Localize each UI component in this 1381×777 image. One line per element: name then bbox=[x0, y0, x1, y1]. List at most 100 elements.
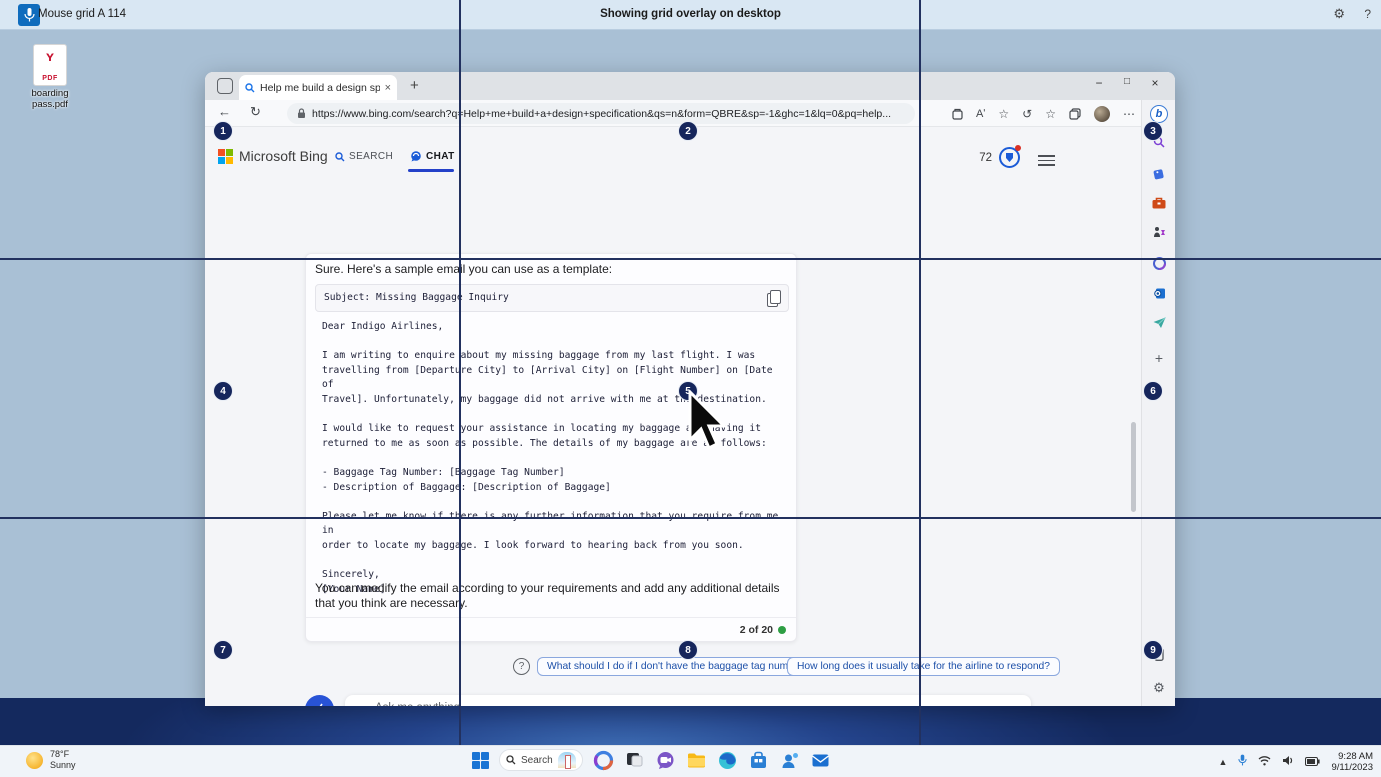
browser-essentials-icon[interactable]: ↺ bbox=[1022, 107, 1032, 121]
bing-brand[interactable]: Microsoft Bing bbox=[239, 148, 328, 164]
volume-icon[interactable] bbox=[1282, 753, 1294, 771]
grid-cell-number-9[interactable]: 9 bbox=[1143, 640, 1163, 660]
read-aloud-icon[interactable]: Aʹ bbox=[976, 108, 985, 120]
new-tab-icon[interactable]: + bbox=[410, 77, 419, 94]
windows-taskbar: 78°F Sunny Search ▲ bbox=[0, 745, 1381, 777]
profile-avatar[interactable] bbox=[1094, 106, 1110, 122]
start-button[interactable] bbox=[472, 752, 489, 769]
taskbar-search-label: Search bbox=[521, 755, 553, 766]
taskbar-search[interactable]: Search bbox=[499, 749, 583, 771]
grid-cell-number-2[interactable]: 2 bbox=[678, 121, 698, 141]
toolbar-actions: Aʹ ☆ ↺ ☆ ⋯ bbox=[952, 100, 1135, 127]
emoji-icon[interactable]: ☺ bbox=[356, 704, 368, 706]
new-topic-broom-icon[interactable] bbox=[305, 695, 334, 706]
search-icon bbox=[506, 755, 516, 765]
email-template-text: Dear Indigo Airlines, I am writing to en… bbox=[322, 320, 784, 597]
turn-counter: 2 of 20 bbox=[740, 624, 773, 636]
rewards-points: 72 bbox=[979, 152, 992, 164]
subject-line: Subject: Missing Baggage Inquiry bbox=[324, 292, 509, 303]
chat-input-box[interactable]: ☺ 0/2000 bbox=[345, 695, 1031, 706]
grid-cell-number-8[interactable]: 8 bbox=[678, 640, 698, 660]
taskbar-clock[interactable]: 9:28 AM 9/11/2023 bbox=[1331, 751, 1373, 773]
battery-icon[interactable] bbox=[1305, 753, 1320, 771]
grid-cell-number-6[interactable]: 6 bbox=[1143, 381, 1163, 401]
sidebar-drop-icon[interactable] bbox=[1142, 317, 1176, 332]
search-icon bbox=[335, 152, 345, 162]
suggestion-chip-2[interactable]: How long does it usually take for the ai… bbox=[787, 657, 1060, 676]
window-minimize-icon[interactable]: − bbox=[1085, 76, 1113, 90]
wifi-icon[interactable] bbox=[1258, 753, 1271, 771]
desktop-shortcut-label: boarding pass.pdf bbox=[18, 88, 82, 110]
tray-chevron-icon[interactable]: ▲ bbox=[1219, 757, 1228, 767]
suggestions-help-icon[interactable]: ? bbox=[513, 658, 530, 675]
file-explorer-icon[interactable] bbox=[686, 750, 707, 771]
rewards-widget[interactable]: 72 bbox=[979, 147, 1020, 168]
url-text: https://www.bing.com/search?q=Help+me+bu… bbox=[312, 108, 891, 120]
grid-cell-number-3[interactable]: 3 bbox=[1143, 121, 1163, 141]
favorites-add-icon[interactable]: ☆ bbox=[998, 107, 1009, 121]
window-maximize-icon[interactable]: □ bbox=[1113, 76, 1141, 87]
back-icon[interactable]: ← bbox=[218, 104, 231, 119]
answer-footer: 2 of 20 bbox=[306, 617, 796, 641]
grid-cell-number-7[interactable]: 7 bbox=[213, 640, 233, 660]
grid-line-horizontal-2 bbox=[0, 517, 1381, 519]
grid-line-horizontal-1 bbox=[0, 258, 1381, 260]
sidebar-tools-icon[interactable] bbox=[1142, 197, 1176, 212]
tab-actions-icon[interactable] bbox=[952, 108, 963, 120]
teams-chat-icon[interactable] bbox=[655, 750, 676, 771]
sidebar-settings-gear-icon[interactable]: ⚙ bbox=[1142, 680, 1176, 696]
hamburger-menu-icon[interactable] bbox=[1038, 152, 1055, 169]
ask-input[interactable] bbox=[375, 702, 675, 706]
subject-code-block: Subject: Missing Baggage Inquiry bbox=[315, 284, 789, 312]
voice-help-icon[interactable]: ? bbox=[1364, 7, 1371, 21]
copy-icon[interactable] bbox=[767, 290, 781, 306]
tray-microphone-icon[interactable] bbox=[1238, 753, 1247, 771]
weather-widget[interactable]: 78°F Sunny bbox=[26, 749, 76, 771]
taskbar-center: Search bbox=[472, 749, 831, 771]
task-view-icon[interactable] bbox=[624, 750, 645, 771]
pdf-file-icon: ʏ PDF bbox=[33, 44, 67, 86]
grid-cell-number-4[interactable]: 4 bbox=[213, 381, 233, 401]
desktop-shortcut-boarding-pass[interactable]: ʏ PDF boarding pass.pdf bbox=[18, 44, 82, 110]
tab-chat-label: CHAT bbox=[426, 151, 455, 162]
address-bar[interactable]: https://www.bing.com/search?q=Help+me+bu… bbox=[287, 103, 915, 124]
status-dot bbox=[778, 626, 786, 634]
tab-search[interactable]: SEARCH bbox=[335, 151, 393, 162]
bing-header: Microsoft Bing SEARCH CHAT 72 bbox=[205, 143, 1140, 177]
page-scrollbar-thumb[interactable] bbox=[1131, 422, 1136, 512]
bing-chat-icon[interactable]: b bbox=[1142, 105, 1176, 123]
tab-title: Help me build a design specifica bbox=[260, 82, 380, 94]
sidebar-outlook-icon[interactable] bbox=[1142, 287, 1176, 303]
tab-workspaces-icon[interactable] bbox=[217, 78, 233, 94]
grid-cell-number-1[interactable]: 1 bbox=[213, 121, 233, 141]
microsoft-logo bbox=[218, 149, 233, 164]
tab-close-icon[interactable]: × bbox=[385, 82, 391, 94]
tab-strip: Help me build a design specifica × + − □… bbox=[205, 72, 1175, 100]
grid-line-vertical-1 bbox=[459, 0, 461, 745]
sidebar-add-icon[interactable]: + bbox=[1142, 350, 1176, 366]
collections-icon[interactable] bbox=[1069, 108, 1081, 120]
favorites-bar-icon[interactable]: ☆ bbox=[1045, 107, 1056, 121]
people-icon[interactable] bbox=[779, 750, 800, 771]
rewards-medal-icon bbox=[999, 147, 1020, 168]
mouse-cursor bbox=[686, 390, 732, 456]
weather-condition: Sunny bbox=[50, 760, 76, 770]
refresh-icon[interactable]: ↻ bbox=[250, 104, 261, 120]
grid-line-vertical-2 bbox=[919, 0, 921, 745]
microsoft-store-icon[interactable] bbox=[748, 750, 769, 771]
tab-chat[interactable]: CHAT bbox=[410, 151, 455, 162]
outlook-mail-icon[interactable] bbox=[810, 750, 831, 771]
active-tab-underline bbox=[408, 169, 454, 172]
sidebar-games-icon[interactable] bbox=[1142, 226, 1176, 242]
window-close-icon[interactable]: × bbox=[1141, 76, 1169, 90]
edge-icon[interactable] bbox=[717, 750, 738, 771]
weather-temp: 78°F bbox=[50, 749, 69, 759]
sidebar-shopping-icon[interactable] bbox=[1142, 167, 1176, 183]
suggestion-chip-1[interactable]: What should I do if I don't have the bag… bbox=[537, 657, 819, 676]
sun-icon bbox=[26, 752, 43, 769]
browser-tab[interactable]: Help me build a design specifica × bbox=[239, 75, 397, 100]
bing-chat-page: Microsoft Bing SEARCH CHAT 72 Sure. bbox=[205, 127, 1140, 706]
voice-settings-gear-icon[interactable]: ⚙ bbox=[1333, 6, 1345, 22]
copilot-icon[interactable] bbox=[593, 750, 614, 771]
more-menu-icon[interactable]: ⋯ bbox=[1123, 107, 1135, 121]
